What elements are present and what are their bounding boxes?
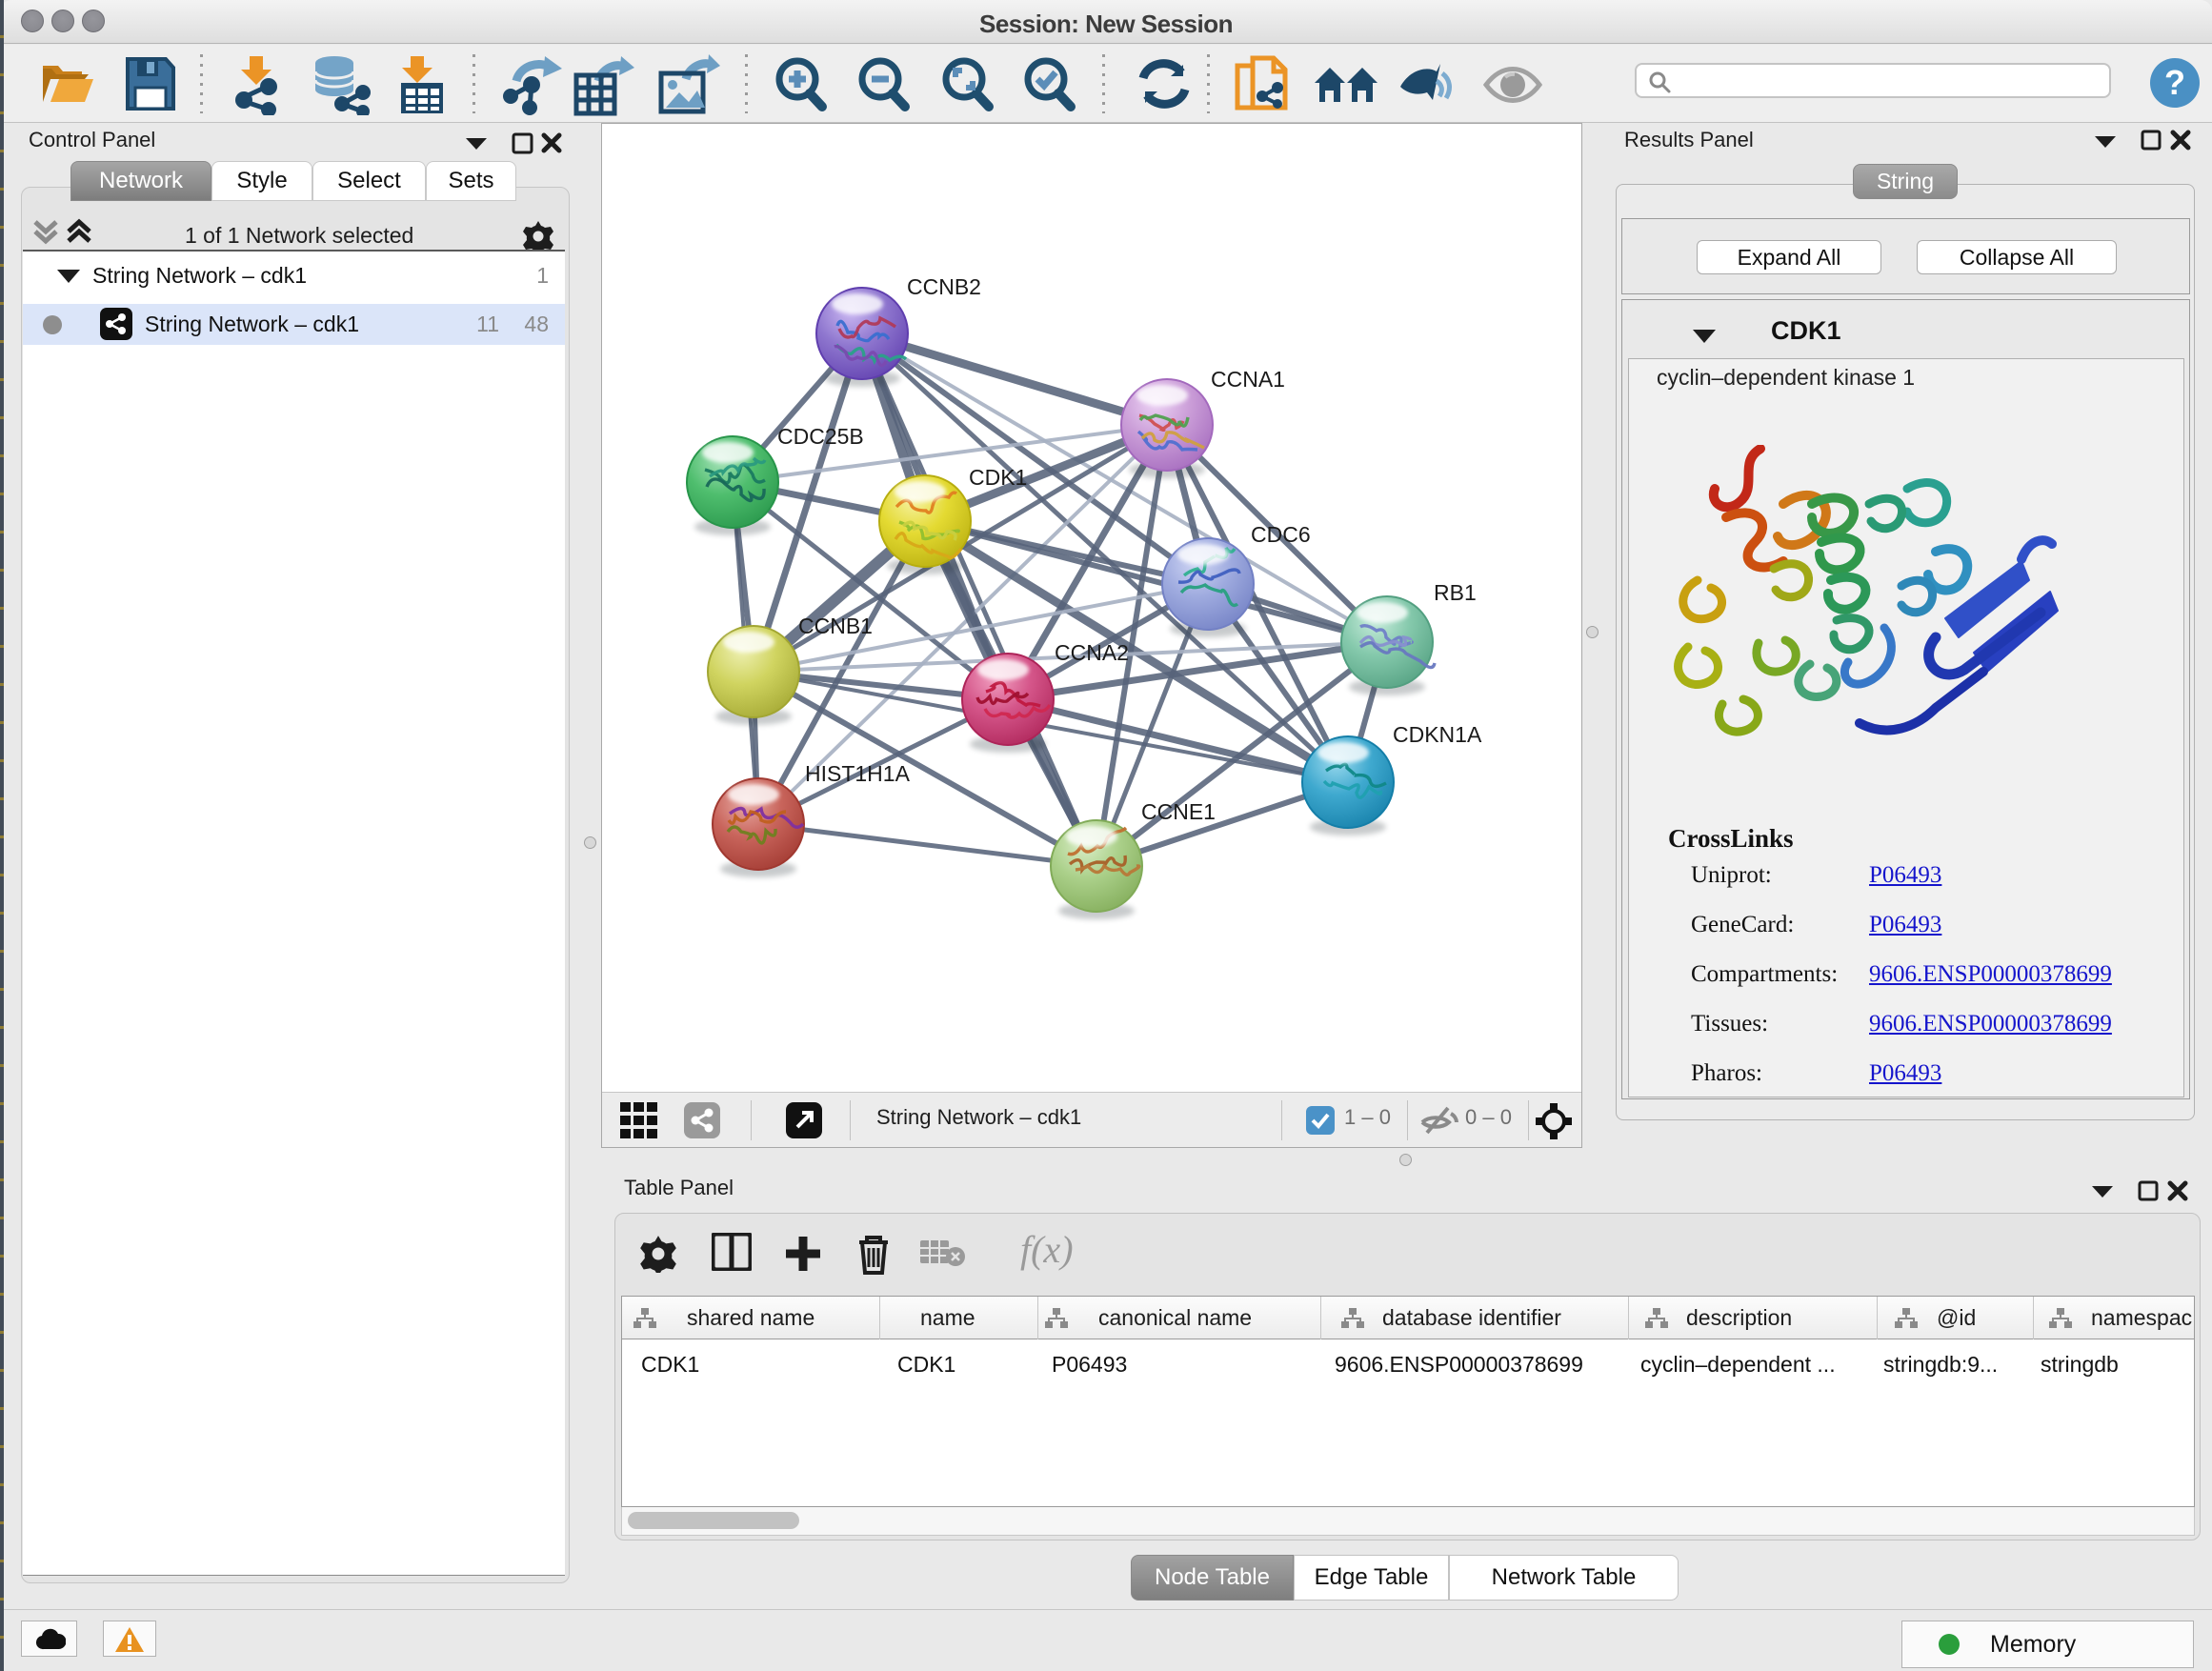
- svg-text:HIST1H1A: HIST1H1A: [805, 761, 911, 786]
- svg-text:CCNB2: CCNB2: [907, 274, 981, 299]
- svg-text:?: ?: [2164, 63, 2185, 102]
- svg-text:CDC25B: CDC25B: [777, 424, 864, 449]
- svg-text:RB1: RB1: [1434, 580, 1477, 605]
- svg-text:CCNB1: CCNB1: [798, 614, 873, 638]
- svg-text:CDKN1A: CDKN1A: [1393, 722, 1482, 747]
- svg-text:CDK1: CDK1: [969, 465, 1027, 490]
- svg-text:CCNA1: CCNA1: [1211, 367, 1285, 392]
- svg-text:CDC6: CDC6: [1251, 522, 1311, 547]
- svg-text:CCNA2: CCNA2: [1055, 640, 1129, 665]
- svg-text:CCNE1: CCNE1: [1141, 799, 1216, 824]
